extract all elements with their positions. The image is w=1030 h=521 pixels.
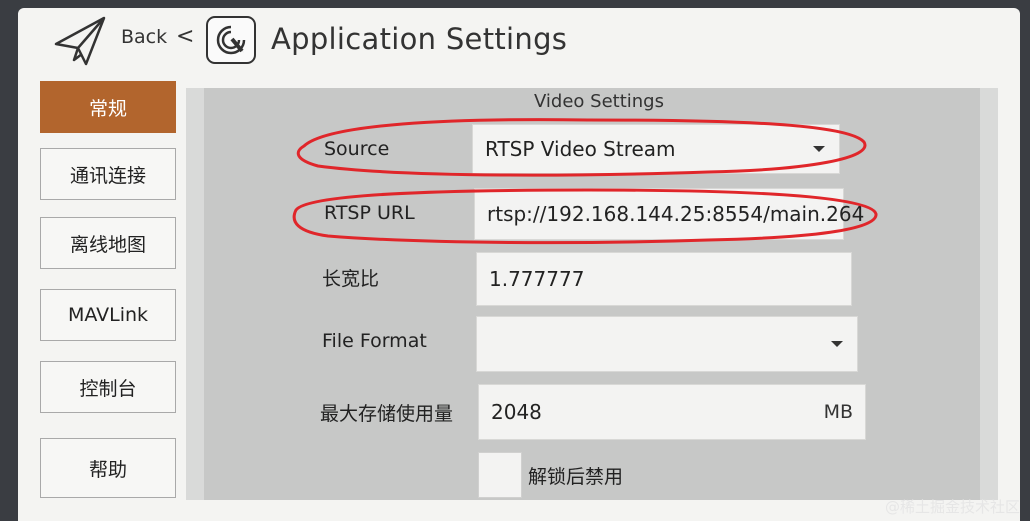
disable-when-armed-label: 解锁后禁用 [528,466,624,488]
sidebar-item-offline-maps[interactable]: 离线地图 [40,217,176,269]
sidebar-item-label: 帮助 [88,458,127,481]
chevron-left-icon[interactable]: < [176,24,194,49]
sidebar-item-label: 离线地图 [69,233,146,256]
chevron-down-icon [813,146,825,152]
video-settings-section: Video Settings Source RTSP Video Stream … [204,88,980,500]
aspect-ratio-input[interactable]: 1.777777 [476,252,852,306]
source-value: RTSP Video Stream [485,137,676,161]
max-storage-label: 最大存储使用量 [320,403,454,425]
app-window: Back < Application Settings 常规 通讯连接 离线地图… [18,8,1020,521]
disable-when-armed-checkbox[interactable] [478,452,522,498]
max-storage-unit: MB [823,401,853,423]
file-format-dropdown[interactable] [476,316,858,372]
file-format-label: File Format [322,330,427,352]
sidebar-item-label: 常规 [88,97,127,120]
source-label: Source [324,138,390,160]
watermark: @稀土掘金技术社区 [884,498,1020,516]
paper-plane-icon[interactable] [52,14,108,68]
sidebar-item-comm-links[interactable]: 通讯连接 [40,148,176,200]
aspect-ratio-value: 1.777777 [489,267,585,291]
settings-panel: Video Settings Source RTSP Video Stream … [186,88,998,500]
header: Back < Application Settings [18,8,1020,74]
rtsp-url-value: rtsp://192.168.144.25:8554/main.264 [487,202,865,226]
sidebar-item-general[interactable]: 常规 [40,81,176,133]
sidebar-item-label: 控制台 [79,377,137,400]
app-logo-icon [206,16,256,64]
sidebar-item-console[interactable]: 控制台 [40,361,176,413]
max-storage-input[interactable]: 2048 MB [478,384,866,440]
sidebar-item-label: MAVLink [67,304,149,326]
rtsp-url-input[interactable]: rtsp://192.168.144.25:8554/main.264 [474,188,864,240]
max-storage-value: 2048 [491,400,542,424]
sidebar-item-mavlink[interactable]: MAVLink [40,289,176,341]
rtsp-url-label: RTSP URL [324,202,415,224]
sidebar-item-help[interactable]: 帮助 [40,438,176,498]
page-title: Application Settings [271,22,568,56]
source-dropdown[interactable]: RTSP Video Stream [472,124,840,174]
chevron-down-icon [831,341,843,347]
sidebar-item-label: 通讯连接 [69,164,146,187]
section-title: Video Settings [534,91,664,112]
back-label[interactable]: Back [121,26,167,48]
aspect-ratio-label: 长宽比 [322,268,380,290]
